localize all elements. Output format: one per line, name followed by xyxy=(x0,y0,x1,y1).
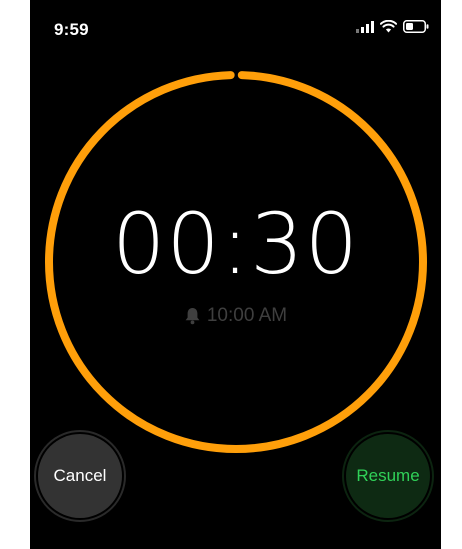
alarm-end-time: 10:00 AM xyxy=(30,305,441,327)
cancel-button-label: Cancel xyxy=(53,466,107,485)
resume-button-label: Resume xyxy=(356,466,420,485)
resume-button[interactable]: Resume xyxy=(342,430,434,522)
timer-remaining: 00:30 xyxy=(111,195,360,293)
timer-screen: 9:59 00:30 10:00 AM Cancel Resume xyxy=(30,0,441,549)
bell-icon xyxy=(185,308,200,325)
cancel-button[interactable]: Cancel xyxy=(34,430,126,522)
alarm-time-label: 10:00 AM xyxy=(206,305,288,326)
